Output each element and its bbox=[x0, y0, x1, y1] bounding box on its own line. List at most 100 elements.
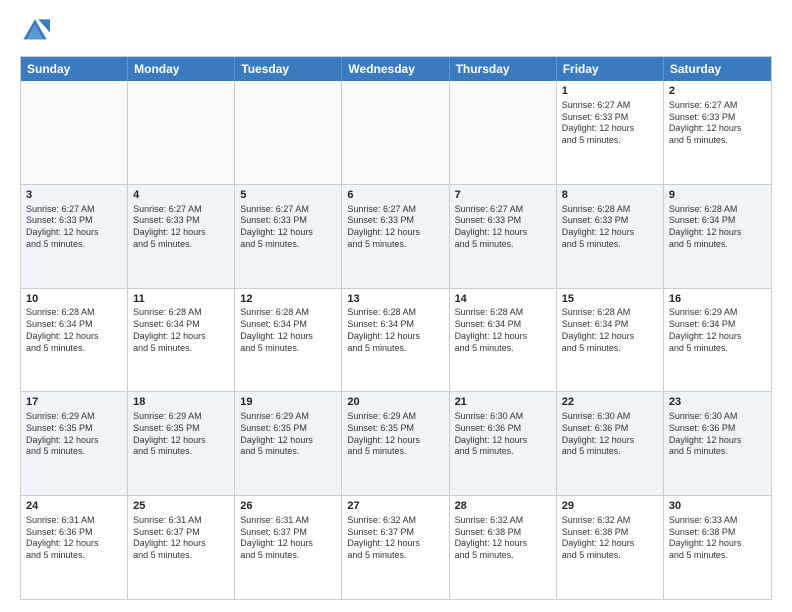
calendar-cell: 5Sunrise: 6:27 AM Sunset: 6:33 PM Daylig… bbox=[235, 185, 342, 288]
cell-text: Sunrise: 6:30 AM Sunset: 6:36 PM Dayligh… bbox=[669, 411, 766, 458]
header bbox=[20, 16, 772, 46]
calendar-cell bbox=[342, 81, 449, 184]
calendar-cell: 4Sunrise: 6:27 AM Sunset: 6:33 PM Daylig… bbox=[128, 185, 235, 288]
calendar-cell: 21Sunrise: 6:30 AM Sunset: 6:36 PM Dayli… bbox=[450, 392, 557, 495]
calendar-cell: 1Sunrise: 6:27 AM Sunset: 6:33 PM Daylig… bbox=[557, 81, 664, 184]
calendar-cell: 22Sunrise: 6:30 AM Sunset: 6:36 PM Dayli… bbox=[557, 392, 664, 495]
cell-text: Sunrise: 6:27 AM Sunset: 6:33 PM Dayligh… bbox=[133, 204, 229, 251]
day-number: 18 bbox=[133, 395, 229, 410]
calendar-body: 1Sunrise: 6:27 AM Sunset: 6:33 PM Daylig… bbox=[21, 81, 771, 599]
cell-text: Sunrise: 6:33 AM Sunset: 6:38 PM Dayligh… bbox=[669, 515, 766, 562]
calendar-cell: 23Sunrise: 6:30 AM Sunset: 6:36 PM Dayli… bbox=[664, 392, 771, 495]
calendar-cell bbox=[128, 81, 235, 184]
calendar-header: SundayMondayTuesdayWednesdayThursdayFrid… bbox=[21, 57, 771, 81]
day-number: 27 bbox=[347, 499, 443, 514]
day-number: 22 bbox=[562, 395, 658, 410]
calendar-cell: 7Sunrise: 6:27 AM Sunset: 6:33 PM Daylig… bbox=[450, 185, 557, 288]
day-number: 26 bbox=[240, 499, 336, 514]
calendar-cell: 18Sunrise: 6:29 AM Sunset: 6:35 PM Dayli… bbox=[128, 392, 235, 495]
cell-text: Sunrise: 6:29 AM Sunset: 6:34 PM Dayligh… bbox=[669, 307, 766, 354]
day-number: 30 bbox=[669, 499, 766, 514]
day-number: 12 bbox=[240, 292, 336, 307]
page: SundayMondayTuesdayWednesdayThursdayFrid… bbox=[0, 0, 792, 612]
calendar-cell: 6Sunrise: 6:27 AM Sunset: 6:33 PM Daylig… bbox=[342, 185, 449, 288]
header-day-saturday: Saturday bbox=[664, 57, 771, 81]
day-number: 1 bbox=[562, 84, 658, 99]
day-number: 14 bbox=[455, 292, 551, 307]
cell-text: Sunrise: 6:28 AM Sunset: 6:34 PM Dayligh… bbox=[347, 307, 443, 354]
calendar-cell: 17Sunrise: 6:29 AM Sunset: 6:35 PM Dayli… bbox=[21, 392, 128, 495]
calendar-cell bbox=[21, 81, 128, 184]
day-number: 13 bbox=[347, 292, 443, 307]
day-number: 21 bbox=[455, 395, 551, 410]
day-number: 8 bbox=[562, 188, 658, 203]
day-number: 29 bbox=[562, 499, 658, 514]
cell-text: Sunrise: 6:28 AM Sunset: 6:34 PM Dayligh… bbox=[669, 204, 766, 251]
cell-text: Sunrise: 6:27 AM Sunset: 6:33 PM Dayligh… bbox=[240, 204, 336, 251]
cell-text: Sunrise: 6:32 AM Sunset: 6:38 PM Dayligh… bbox=[455, 515, 551, 562]
header-day-tuesday: Tuesday bbox=[235, 57, 342, 81]
day-number: 25 bbox=[133, 499, 229, 514]
calendar-cell: 2Sunrise: 6:27 AM Sunset: 6:33 PM Daylig… bbox=[664, 81, 771, 184]
day-number: 2 bbox=[669, 84, 766, 99]
calendar-row-3: 17Sunrise: 6:29 AM Sunset: 6:35 PM Dayli… bbox=[21, 391, 771, 495]
day-number: 28 bbox=[455, 499, 551, 514]
calendar-cell: 20Sunrise: 6:29 AM Sunset: 6:35 PM Dayli… bbox=[342, 392, 449, 495]
cell-text: Sunrise: 6:29 AM Sunset: 6:35 PM Dayligh… bbox=[347, 411, 443, 458]
calendar-cell: 30Sunrise: 6:33 AM Sunset: 6:38 PM Dayli… bbox=[664, 496, 771, 599]
calendar-cell: 29Sunrise: 6:32 AM Sunset: 6:38 PM Dayli… bbox=[557, 496, 664, 599]
calendar-cell: 25Sunrise: 6:31 AM Sunset: 6:37 PM Dayli… bbox=[128, 496, 235, 599]
cell-text: Sunrise: 6:31 AM Sunset: 6:37 PM Dayligh… bbox=[133, 515, 229, 562]
calendar-row-4: 24Sunrise: 6:31 AM Sunset: 6:36 PM Dayli… bbox=[21, 495, 771, 599]
calendar-cell: 8Sunrise: 6:28 AM Sunset: 6:33 PM Daylig… bbox=[557, 185, 664, 288]
calendar-cell: 26Sunrise: 6:31 AM Sunset: 6:37 PM Dayli… bbox=[235, 496, 342, 599]
cell-text: Sunrise: 6:27 AM Sunset: 6:33 PM Dayligh… bbox=[26, 204, 122, 251]
calendar-cell: 9Sunrise: 6:28 AM Sunset: 6:34 PM Daylig… bbox=[664, 185, 771, 288]
calendar-cell bbox=[450, 81, 557, 184]
cell-text: Sunrise: 6:29 AM Sunset: 6:35 PM Dayligh… bbox=[133, 411, 229, 458]
header-day-sunday: Sunday bbox=[21, 57, 128, 81]
day-number: 16 bbox=[669, 292, 766, 307]
day-number: 15 bbox=[562, 292, 658, 307]
cell-text: Sunrise: 6:28 AM Sunset: 6:34 PM Dayligh… bbox=[240, 307, 336, 354]
day-number: 5 bbox=[240, 188, 336, 203]
day-number: 11 bbox=[133, 292, 229, 307]
header-day-thursday: Thursday bbox=[450, 57, 557, 81]
day-number: 9 bbox=[669, 188, 766, 203]
calendar-cell: 13Sunrise: 6:28 AM Sunset: 6:34 PM Dayli… bbox=[342, 289, 449, 392]
cell-text: Sunrise: 6:27 AM Sunset: 6:33 PM Dayligh… bbox=[669, 100, 766, 147]
day-number: 23 bbox=[669, 395, 766, 410]
cell-text: Sunrise: 6:31 AM Sunset: 6:36 PM Dayligh… bbox=[26, 515, 122, 562]
day-number: 10 bbox=[26, 292, 122, 307]
cell-text: Sunrise: 6:28 AM Sunset: 6:34 PM Dayligh… bbox=[133, 307, 229, 354]
day-number: 7 bbox=[455, 188, 551, 203]
day-number: 17 bbox=[26, 395, 122, 410]
cell-text: Sunrise: 6:28 AM Sunset: 6:34 PM Dayligh… bbox=[455, 307, 551, 354]
cell-text: Sunrise: 6:28 AM Sunset: 6:33 PM Dayligh… bbox=[562, 204, 658, 251]
day-number: 6 bbox=[347, 188, 443, 203]
cell-text: Sunrise: 6:32 AM Sunset: 6:38 PM Dayligh… bbox=[562, 515, 658, 562]
cell-text: Sunrise: 6:27 AM Sunset: 6:33 PM Dayligh… bbox=[347, 204, 443, 251]
cell-text: Sunrise: 6:29 AM Sunset: 6:35 PM Dayligh… bbox=[26, 411, 122, 458]
day-number: 4 bbox=[133, 188, 229, 203]
day-number: 19 bbox=[240, 395, 336, 410]
calendar-cell: 16Sunrise: 6:29 AM Sunset: 6:34 PM Dayli… bbox=[664, 289, 771, 392]
cell-text: Sunrise: 6:28 AM Sunset: 6:34 PM Dayligh… bbox=[562, 307, 658, 354]
calendar-cell: 3Sunrise: 6:27 AM Sunset: 6:33 PM Daylig… bbox=[21, 185, 128, 288]
logo bbox=[20, 16, 56, 46]
cell-text: Sunrise: 6:27 AM Sunset: 6:33 PM Dayligh… bbox=[562, 100, 658, 147]
calendar-row-0: 1Sunrise: 6:27 AM Sunset: 6:33 PM Daylig… bbox=[21, 81, 771, 184]
calendar-cell: 28Sunrise: 6:32 AM Sunset: 6:38 PM Dayli… bbox=[450, 496, 557, 599]
day-number: 3 bbox=[26, 188, 122, 203]
calendar-cell: 24Sunrise: 6:31 AM Sunset: 6:36 PM Dayli… bbox=[21, 496, 128, 599]
cell-text: Sunrise: 6:27 AM Sunset: 6:33 PM Dayligh… bbox=[455, 204, 551, 251]
calendar-cell: 12Sunrise: 6:28 AM Sunset: 6:34 PM Dayli… bbox=[235, 289, 342, 392]
calendar-row-1: 3Sunrise: 6:27 AM Sunset: 6:33 PM Daylig… bbox=[21, 184, 771, 288]
logo-icon bbox=[20, 16, 50, 46]
calendar-cell: 19Sunrise: 6:29 AM Sunset: 6:35 PM Dayli… bbox=[235, 392, 342, 495]
cell-text: Sunrise: 6:31 AM Sunset: 6:37 PM Dayligh… bbox=[240, 515, 336, 562]
calendar-row-2: 10 Sunrise: 6:28 AM Sunset: 6:34 PM Dayli… bbox=[21, 288, 771, 392]
header-day-wednesday: Wednesday bbox=[342, 57, 449, 81]
calendar-cell: 11Sunrise: 6:28 AM Sunset: 6:34 PM Dayli… bbox=[128, 289, 235, 392]
calendar-cell: 15Sunrise: 6:28 AM Sunset: 6:34 PM Dayli… bbox=[557, 289, 664, 392]
